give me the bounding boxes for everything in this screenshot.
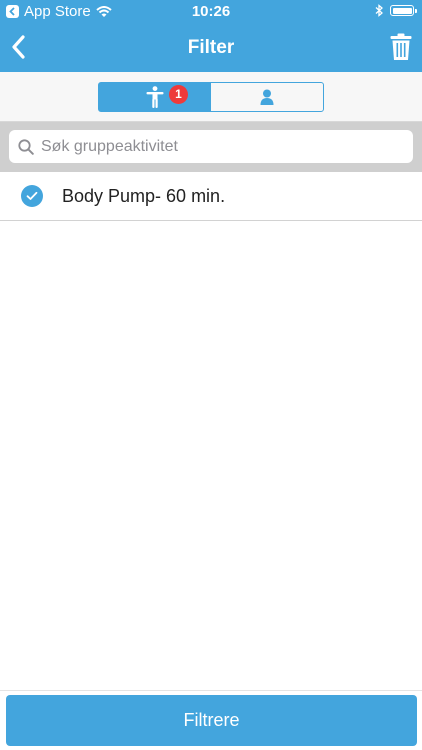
list-item[interactable]: Body Pump- 60 min. (0, 172, 422, 221)
filter-type-bar: 1 (0, 72, 422, 122)
search-box[interactable] (9, 130, 413, 163)
battery-icon (390, 5, 417, 16)
bluetooth-icon (375, 4, 383, 17)
filter-submit-button[interactable]: Filtrere (6, 695, 417, 746)
header: App Store 10:26 Filter (0, 0, 422, 72)
page-title: Filter (187, 37, 235, 58)
footer-divider (0, 690, 422, 691)
search-input[interactable] (41, 137, 401, 156)
person-activity-icon (146, 86, 164, 108)
segmented-control: 1 (98, 82, 324, 112)
delete-button[interactable] (390, 33, 412, 61)
person-icon (260, 89, 274, 105)
list-item-label: Body Pump- 60 min. (62, 185, 226, 206)
trash-icon (390, 33, 412, 60)
status-time: 10:26 (191, 3, 231, 20)
search-area (0, 122, 422, 172)
tab-group-activities[interactable]: 1 (99, 83, 211, 111)
search-icon (18, 138, 34, 155)
status-bar: App Store 10:26 (0, 0, 422, 24)
status-right (375, 4, 417, 17)
tab-instructors[interactable] (211, 83, 323, 111)
selection-count-badge: 1 (169, 85, 188, 104)
checkmark-icon[interactable] (21, 185, 43, 207)
